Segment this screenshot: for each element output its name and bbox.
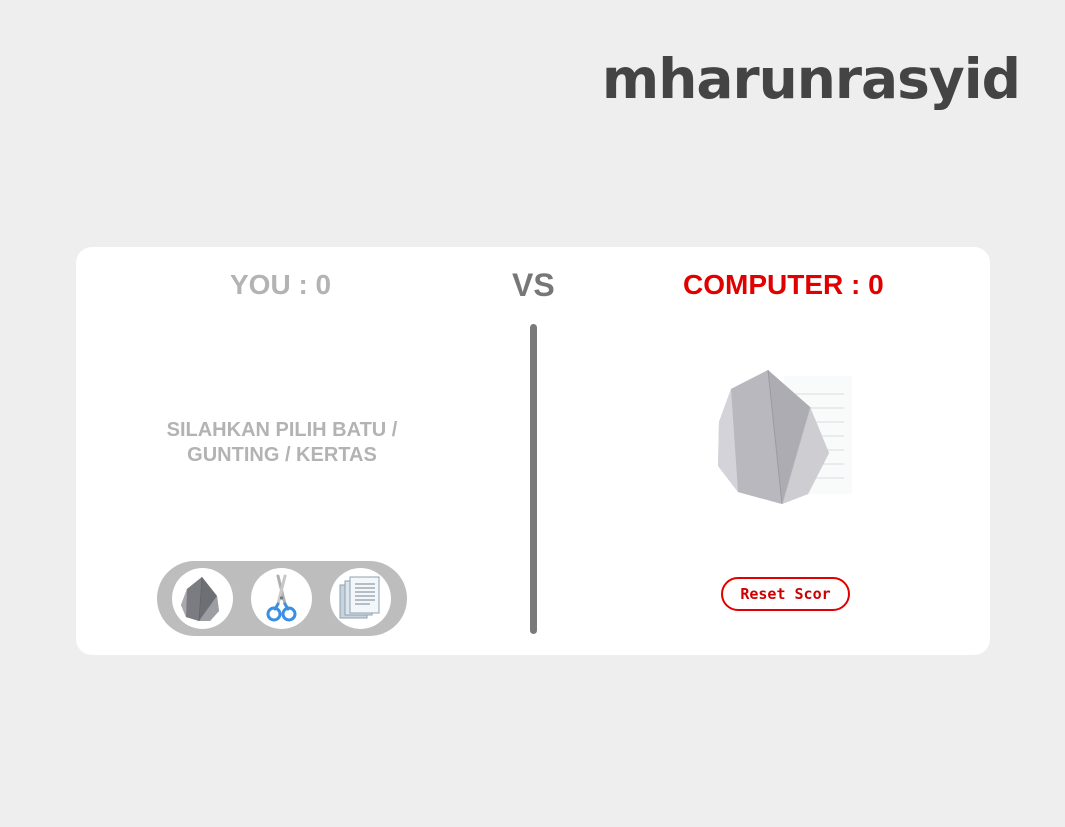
reset-score-button[interactable]: Reset Scor [721, 577, 850, 611]
player-score: YOU : 0 [230, 269, 332, 300]
rock-icon [181, 576, 219, 622]
player-choice-tray [157, 561, 407, 636]
vs-label: VS [512, 267, 555, 303]
choice-scissors-button[interactable] [251, 568, 312, 629]
paper-icon [339, 576, 380, 619]
brand-title: mharunrasyid [601, 47, 1021, 111]
center-divider [530, 324, 537, 634]
game-board: YOU : 0 VS COMPUTER : 0 SILAHKAN PILIH B… [76, 247, 990, 655]
scissors-icon [266, 574, 297, 622]
computer-choice-rock-icon [718, 369, 852, 505]
choice-paper-button[interactable] [330, 568, 391, 629]
computer-score: COMPUTER : 0 [683, 269, 884, 300]
choice-instruction: SILAHKAN PILIH BATU / GUNTING / KERTAS [166, 419, 398, 466]
choice-rock-button[interactable] [172, 568, 233, 629]
